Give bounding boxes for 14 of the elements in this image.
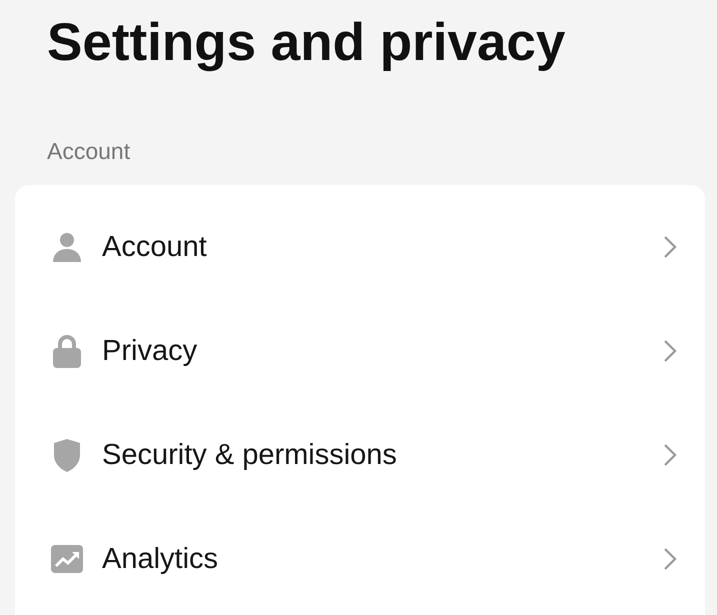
chevron-icon <box>663 339 677 363</box>
chart-icon <box>51 545 83 573</box>
lock-icon <box>52 334 82 368</box>
page-title: Settings and privacy <box>46 12 566 74</box>
chevron-icon <box>663 547 677 571</box>
settings-row[interactable]: Account <box>15 195 705 299</box>
section-label: Account <box>47 137 132 165</box>
settings-row[interactable]: Privacy <box>15 299 705 403</box>
settings-row[interactable]: Security & permissions <box>15 403 705 507</box>
shield-icon <box>52 438 82 472</box>
settings-row[interactable]: Analytics <box>15 507 705 611</box>
chevron-icon <box>663 235 677 259</box>
chevron-icon <box>663 443 677 467</box>
person-icon <box>52 231 82 263</box>
